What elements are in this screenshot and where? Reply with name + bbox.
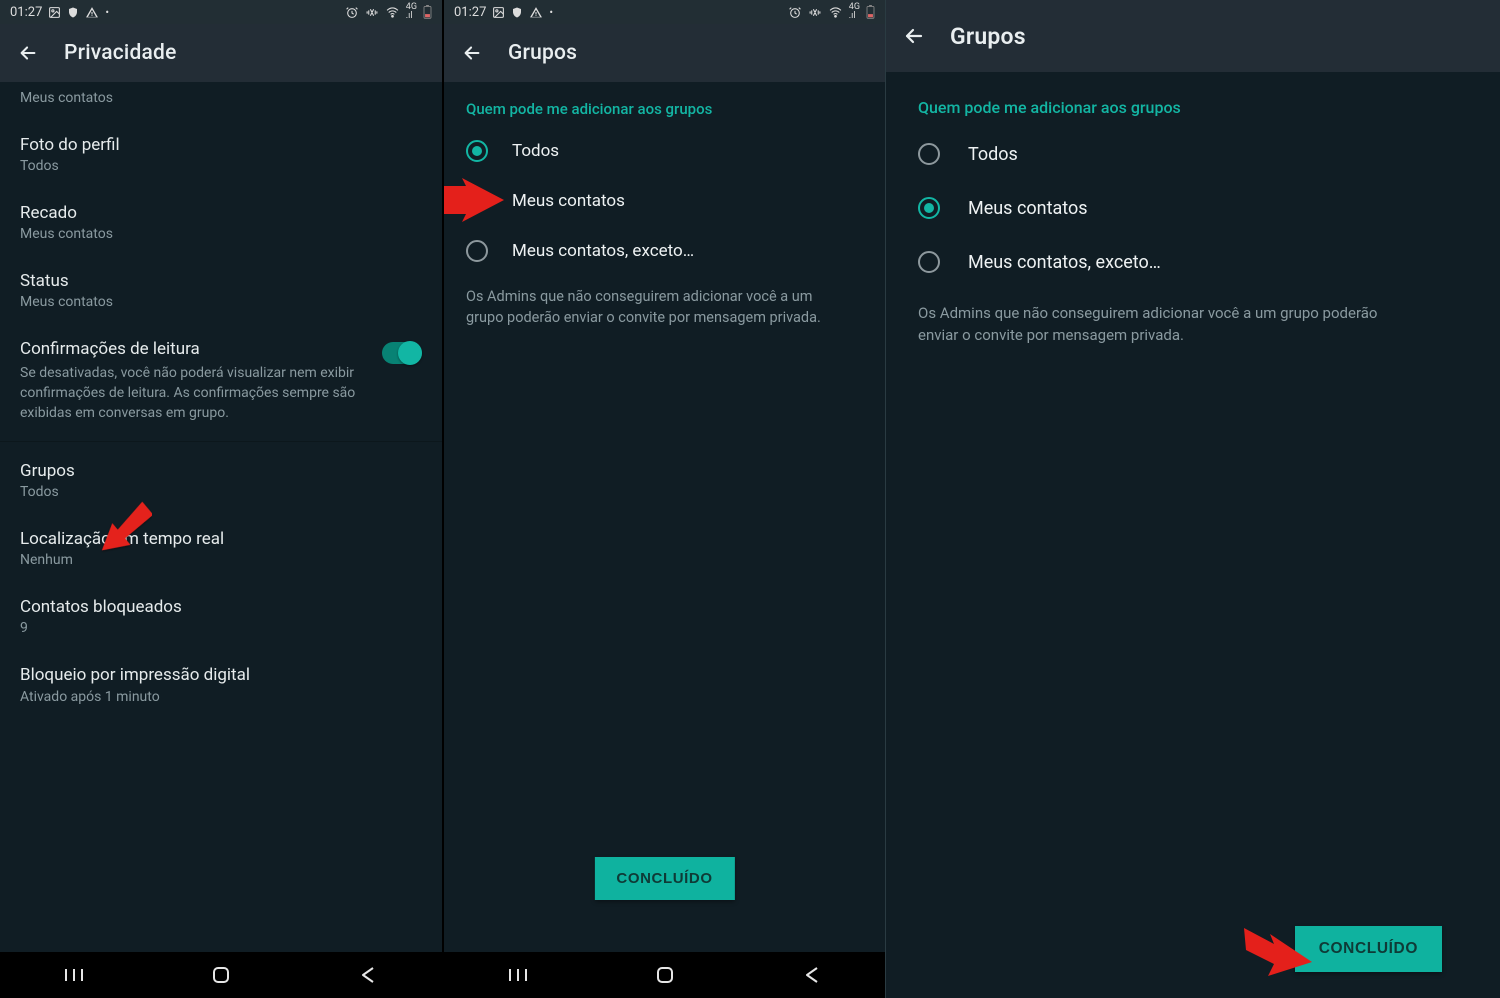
status-time: 01:27 (10, 5, 42, 20)
radio-everyone[interactable]: Todos (444, 126, 885, 176)
status-bar: 01:27 • 4G.ıl (444, 0, 885, 24)
radio-my-contacts-except[interactable]: Meus contatos, exceto… (444, 226, 885, 276)
radio-icon (466, 140, 488, 162)
blocked-contacts-item[interactable]: Contatos bloqueados 9 (0, 582, 442, 650)
fingerprint-lock-sub: Ativado após 1 minuto (20, 689, 422, 705)
alarm-icon (345, 6, 359, 19)
helper-text: Os Admins que não conseguirem adicionar … (886, 289, 1426, 347)
status-sub: Meus contatos (20, 294, 422, 310)
radio-label: Todos (512, 141, 559, 161)
read-receipts-title: Confirmações de leitura (20, 338, 372, 360)
nav-recents[interactable] (49, 967, 99, 983)
read-receipts-item[interactable]: Confirmações de leitura Se desativadas, … (0, 324, 442, 437)
profile-photo-sub: Todos (20, 158, 422, 174)
status-bar: 01:27 • 4G.ıl (0, 0, 442, 24)
radio-label: Todos (968, 144, 1018, 165)
appbar-groups: Grupos (886, 0, 1500, 72)
radio-my-contacts[interactable]: Meus contatos (444, 176, 885, 226)
vibrate-icon (365, 6, 379, 19)
radio-icon (466, 240, 488, 262)
nav-back[interactable] (787, 966, 837, 984)
appbar-title: Grupos (508, 41, 577, 65)
screenshot-icon (492, 6, 505, 19)
appbar-privacy: Privacidade (0, 24, 442, 82)
battery-icon (866, 5, 875, 19)
radio-my-contacts-except[interactable]: Meus contatos, exceto… (886, 235, 1500, 289)
shield-icon (511, 6, 523, 19)
groups-title: Grupos (20, 460, 422, 482)
nav-home[interactable] (640, 965, 690, 985)
last-seen-item[interactable]: Meus contatos (0, 82, 442, 120)
helper-text: Os Admins que não conseguirem adicionar … (444, 276, 864, 328)
radio-label: Meus contatos (512, 191, 625, 211)
radio-label: Meus contatos, exceto… (512, 241, 694, 261)
read-receipts-desc: Se desativadas, você não poderá visualiz… (20, 364, 372, 423)
section-header: Quem pode me adicionar aos grupos (886, 72, 1500, 127)
about-item[interactable]: Recado Meus contatos (0, 188, 442, 256)
live-location-title: Localização em tempo real (20, 528, 422, 550)
appbar-title: Privacidade (64, 41, 177, 65)
read-receipts-toggle[interactable] (382, 342, 422, 364)
appbar-title: Grupos (950, 23, 1026, 50)
back-button[interactable] (460, 41, 484, 65)
shield-icon (67, 6, 79, 19)
nav-back[interactable] (343, 966, 393, 984)
radio-label: Meus contatos (968, 198, 1088, 219)
system-nav-bar (0, 952, 442, 998)
live-location-sub: Nenhum (20, 552, 422, 568)
profile-photo-item[interactable]: Foto do perfil Todos (0, 120, 442, 188)
radio-my-contacts[interactable]: Meus contatos (886, 181, 1500, 235)
appbar-groups: Grupos (444, 24, 885, 82)
about-title: Recado (20, 202, 422, 224)
blocked-contacts-sub: 9 (20, 620, 422, 636)
wifi-icon (385, 6, 400, 19)
radio-icon (918, 251, 940, 273)
radio-icon (918, 143, 940, 165)
panel-groups-step2: Grupos Quem pode me adicionar aos grupos… (885, 0, 1500, 998)
done-button[interactable]: CONCLUÍDO (1295, 926, 1442, 972)
blocked-contacts-title: Contatos bloqueados (20, 596, 422, 618)
fingerprint-lock-title: Bloqueio por impressão digital (20, 664, 422, 686)
system-nav-bar (444, 952, 885, 998)
divider (0, 441, 442, 442)
network-icon: 4G.ıl (406, 3, 417, 21)
radio-label: Meus contatos, exceto… (968, 252, 1161, 273)
screenshot-icon (48, 6, 61, 19)
status-title: Status (20, 270, 422, 292)
vibrate-icon (808, 6, 822, 19)
nav-recents[interactable] (493, 967, 543, 983)
warning-icon (85, 6, 99, 19)
status-item[interactable]: Status Meus contatos (0, 256, 442, 324)
groups-sub: Todos (20, 484, 422, 500)
back-button[interactable] (902, 24, 926, 48)
wifi-icon (828, 6, 843, 19)
radio-icon (466, 190, 488, 212)
groups-item[interactable]: Grupos Todos (0, 446, 442, 514)
done-button[interactable]: CONCLUÍDO (594, 857, 734, 900)
about-sub: Meus contatos (20, 226, 422, 242)
battery-icon (423, 5, 432, 19)
alarm-icon (788, 6, 802, 19)
panel-privacy: 01:27 • 4G.ıl Privacidade Meus contatos … (0, 0, 442, 998)
last-seen-sub: Meus contatos (20, 90, 422, 106)
radio-icon (918, 197, 940, 219)
more-icon: • (549, 6, 553, 19)
panel-groups-step1: 01:27 • 4G.ıl Grupos Quem pode me adicio… (442, 0, 885, 998)
radio-everyone[interactable]: Todos (886, 127, 1500, 181)
live-location-item[interactable]: Localização em tempo real Nenhum (0, 514, 442, 582)
more-icon: • (105, 6, 109, 19)
network-icon: 4G.ıl (849, 3, 860, 21)
warning-icon (529, 6, 543, 19)
status-time: 01:27 (454, 5, 486, 20)
fingerprint-lock-item[interactable]: Bloqueio por impressão digital Ativado a… (0, 650, 442, 718)
profile-photo-title: Foto do perfil (20, 134, 422, 156)
section-header: Quem pode me adicionar aos grupos (444, 82, 885, 126)
nav-home[interactable] (196, 965, 246, 985)
back-button[interactable] (16, 41, 40, 65)
